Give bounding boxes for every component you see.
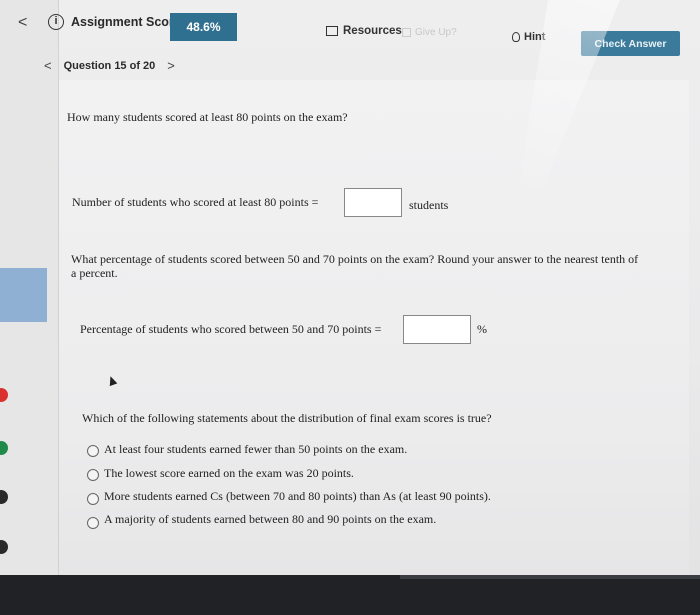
option-label-3[interactable]: More students earned Cs (between 70 and … bbox=[104, 489, 491, 504]
previous-question-icon[interactable]: < bbox=[44, 58, 52, 73]
option-radio-2[interactable] bbox=[87, 469, 99, 481]
info-icon[interactable]: i bbox=[48, 14, 64, 30]
part2-prompt-line2: a percent. bbox=[71, 266, 118, 280]
question-navigation: < Question 15 of 20 > bbox=[44, 58, 175, 73]
part2-unit: % bbox=[477, 322, 487, 336]
give-up-icon bbox=[402, 28, 411, 37]
part1-answer-input[interactable] bbox=[344, 188, 402, 217]
part1-label: Number of students who scored at least 8… bbox=[72, 195, 319, 209]
option-label-4[interactable]: A majority of students earned between 80… bbox=[104, 512, 436, 527]
bezel-edge bbox=[400, 575, 700, 579]
give-up-button[interactable]: Give Up? bbox=[402, 27, 457, 38]
assignment-score-label: Assignment Score: bbox=[71, 15, 185, 29]
option-radio-3[interactable] bbox=[87, 493, 99, 505]
edge-dot-red bbox=[0, 388, 8, 402]
hint-button[interactable]: Hint bbox=[512, 31, 545, 43]
left-sidebar bbox=[0, 0, 59, 575]
option-radio-4[interactable] bbox=[87, 517, 99, 529]
resources-button[interactable]: Resources bbox=[326, 25, 402, 37]
lightbulb-icon bbox=[512, 32, 520, 42]
part2-label: Percentage of students who scored betwee… bbox=[80, 322, 382, 336]
option-label-1[interactable]: At least four students earned fewer than… bbox=[104, 442, 407, 457]
bottom-bezel bbox=[0, 575, 700, 615]
option-label-2[interactable]: The lowest score earned on the exam was … bbox=[104, 466, 354, 481]
part2-answer-input[interactable] bbox=[403, 315, 471, 344]
resources-label: Resources bbox=[343, 25, 402, 37]
give-up-label: Give Up? bbox=[415, 27, 457, 38]
part1-unit: students bbox=[409, 198, 449, 212]
screen: < i Assignment Score: 48.6% Resources Gi… bbox=[0, 0, 700, 575]
sidebar-selected-item[interactable] bbox=[0, 268, 47, 322]
question-counter: Question 15 of 20 bbox=[63, 59, 156, 72]
edge-dot-dark-2 bbox=[0, 540, 8, 554]
edge-dot-dark bbox=[0, 490, 8, 504]
question-prompt: How many students scored at least 80 poi… bbox=[67, 110, 348, 124]
assignment-score-badge: 48.6% bbox=[170, 13, 237, 41]
edge-dot-green bbox=[0, 441, 8, 455]
resources-icon bbox=[326, 26, 338, 36]
back-chevron-icon[interactable]: < bbox=[18, 14, 27, 32]
option-radio-1[interactable] bbox=[87, 445, 99, 457]
part3-prompt: Which of the following statements about … bbox=[82, 411, 492, 425]
part2-prompt-line1: What percentage of students scored betwe… bbox=[71, 252, 639, 266]
next-question-icon[interactable]: > bbox=[167, 58, 175, 73]
